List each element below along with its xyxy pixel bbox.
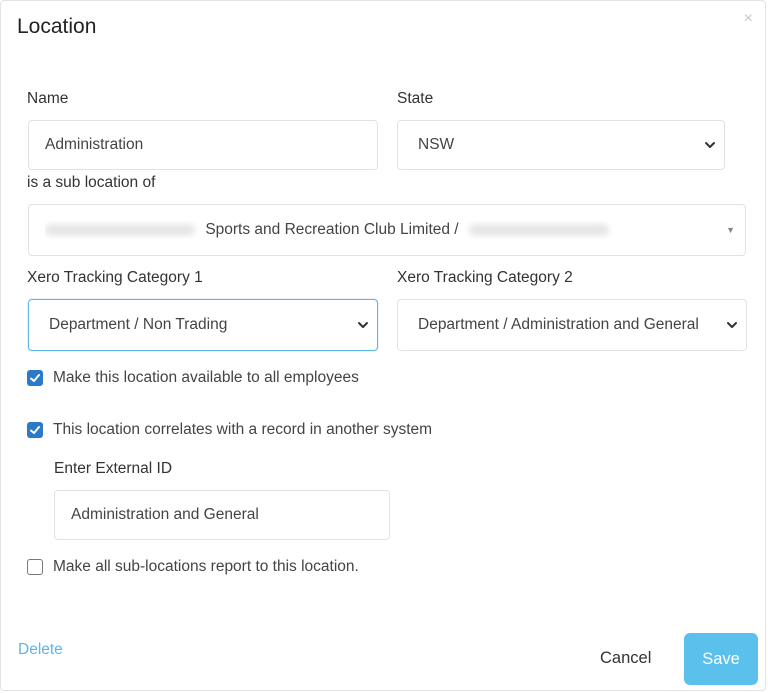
sub-locations-label: Make all sub-locations report to this lo…: [53, 558, 359, 575]
xero2-select[interactable]: Department / Administration and General: [397, 299, 747, 351]
all-employees-option[interactable]: Make this location available to all empl…: [27, 369, 359, 387]
sublocation-value: Sports and Recreation Club Limited /: [45, 221, 745, 239]
correlates-option[interactable]: This location correlates with a record i…: [27, 421, 432, 439]
cancel-button[interactable]: Cancel: [600, 649, 651, 668]
xero1-value: Department / Non Trading: [49, 316, 228, 333]
check-icon: [30, 374, 40, 382]
state-value: NSW: [418, 136, 455, 153]
sublocation-text: Sports and Recreation Club Limited /: [205, 221, 459, 238]
close-icon[interactable]: ×: [744, 11, 753, 27]
xero2-value: Department / Administration and General: [418, 316, 699, 333]
name-label: Name: [27, 90, 69, 107]
state-select[interactable]: NSW: [397, 120, 725, 170]
chevron-down-icon: [727, 322, 737, 328]
xero1-select[interactable]: Department / Non Trading: [28, 299, 378, 351]
redacted-text: [45, 223, 195, 236]
external-id-input[interactable]: Administration and General: [54, 490, 390, 540]
save-button[interactable]: Save: [684, 633, 758, 685]
correlates-checkbox[interactable]: [27, 422, 43, 438]
sub-locations-checkbox[interactable]: [27, 559, 43, 575]
sublocation-select[interactable]: Sports and Recreation Club Limited / ▼: [28, 204, 746, 256]
external-id-label: Enter External ID: [54, 460, 173, 477]
name-value: Administration: [45, 136, 144, 153]
correlates-label: This location correlates with a record i…: [53, 421, 433, 438]
redacted-text: [468, 223, 609, 236]
all-employees-checkbox[interactable]: [27, 370, 43, 386]
chevron-down-icon: [358, 322, 368, 328]
check-icon: [30, 426, 40, 434]
dialog-title: Location: [17, 15, 97, 38]
location-dialog: Location × Name Administration State NSW…: [0, 0, 766, 691]
name-input[interactable]: Administration: [28, 120, 378, 170]
xero1-label: Xero Tracking Category 1: [27, 269, 203, 286]
state-label: State: [397, 90, 434, 107]
caret-down-icon: ▼: [726, 225, 735, 235]
external-id-value: Administration and General: [71, 506, 259, 523]
sub-locations-option[interactable]: Make all sub-locations report to this lo…: [27, 558, 359, 576]
delete-link[interactable]: Delete: [18, 641, 63, 659]
sublocation-label: is a sub location of: [27, 174, 156, 191]
chevron-down-icon: [705, 142, 715, 148]
all-employees-label: Make this location available to all empl…: [53, 369, 359, 386]
xero2-label: Xero Tracking Category 2: [397, 269, 573, 286]
